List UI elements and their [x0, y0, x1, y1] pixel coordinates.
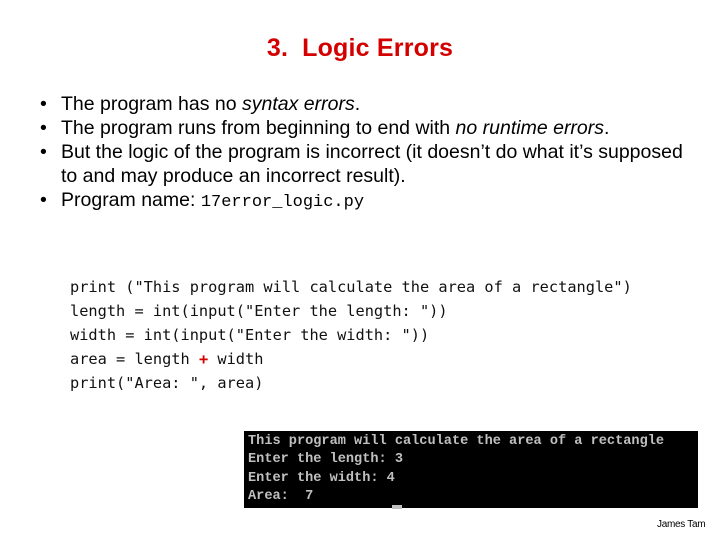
console-cursor — [392, 505, 402, 509]
bullet-text: Program name: — [61, 189, 201, 211]
bullet-suffix: . — [354, 93, 361, 115]
bullet-text: But the logic of the program is incorrec… — [61, 141, 683, 187]
slide-title-number: 3. — [266, 34, 289, 62]
author-credit: James Tam — [657, 519, 706, 530]
code-line: width = int(input("Enter the width: ")) — [70, 326, 430, 344]
bullet-icon: • — [40, 189, 47, 211]
code-line: length = int(input("Enter the length: ")… — [70, 302, 448, 320]
bullet-text: The program has no — [61, 93, 243, 115]
console-line: This program will calculate the area of … — [248, 434, 665, 449]
bullet-icon: • — [40, 117, 47, 139]
bullet-item: • But the logic of the program is incorr… — [38, 140, 698, 188]
slide-title: 3. Logic Errors — [0, 34, 720, 63]
code-fragment: area = length — [70, 350, 199, 368]
bullet-list: • The program has no syntax errors. • Th… — [38, 92, 698, 215]
bullet-icon: • — [40, 141, 47, 163]
code-line: area = length + width — [70, 347, 632, 371]
code-line: print("Area: ", area) — [70, 374, 264, 392]
slide-title-text: Logic Errors — [302, 34, 454, 62]
program-filename: 17error_logic.py — [200, 193, 365, 212]
bullet-suffix: . — [604, 117, 610, 139]
console-output: This program will calculate the area of … — [244, 431, 698, 508]
bullet-emphasis: syntax errors — [242, 93, 355, 115]
console-line: Area: 7 — [248, 489, 314, 505]
bullet-item: • The program has no syntax errors. — [38, 92, 698, 116]
code-fragment: width — [208, 350, 264, 368]
bullet-item: • The program runs from beginning to end… — [38, 116, 698, 140]
code-listing: print ("This program will calculate the … — [70, 275, 632, 395]
code-line: print ("This program will calculate the … — [70, 278, 632, 296]
bullet-item: • Program name: 17error_logic.py — [38, 188, 698, 215]
bullet-icon: • — [40, 93, 47, 115]
bullet-text: The program runs from beginning to end w… — [61, 117, 456, 139]
console-line: Enter the width: 4 — [248, 470, 395, 486]
highlighted-operator: + — [198, 350, 209, 368]
console-line: Enter the length: 3 — [248, 452, 403, 468]
bullet-emphasis: no runtime errors — [455, 117, 605, 139]
